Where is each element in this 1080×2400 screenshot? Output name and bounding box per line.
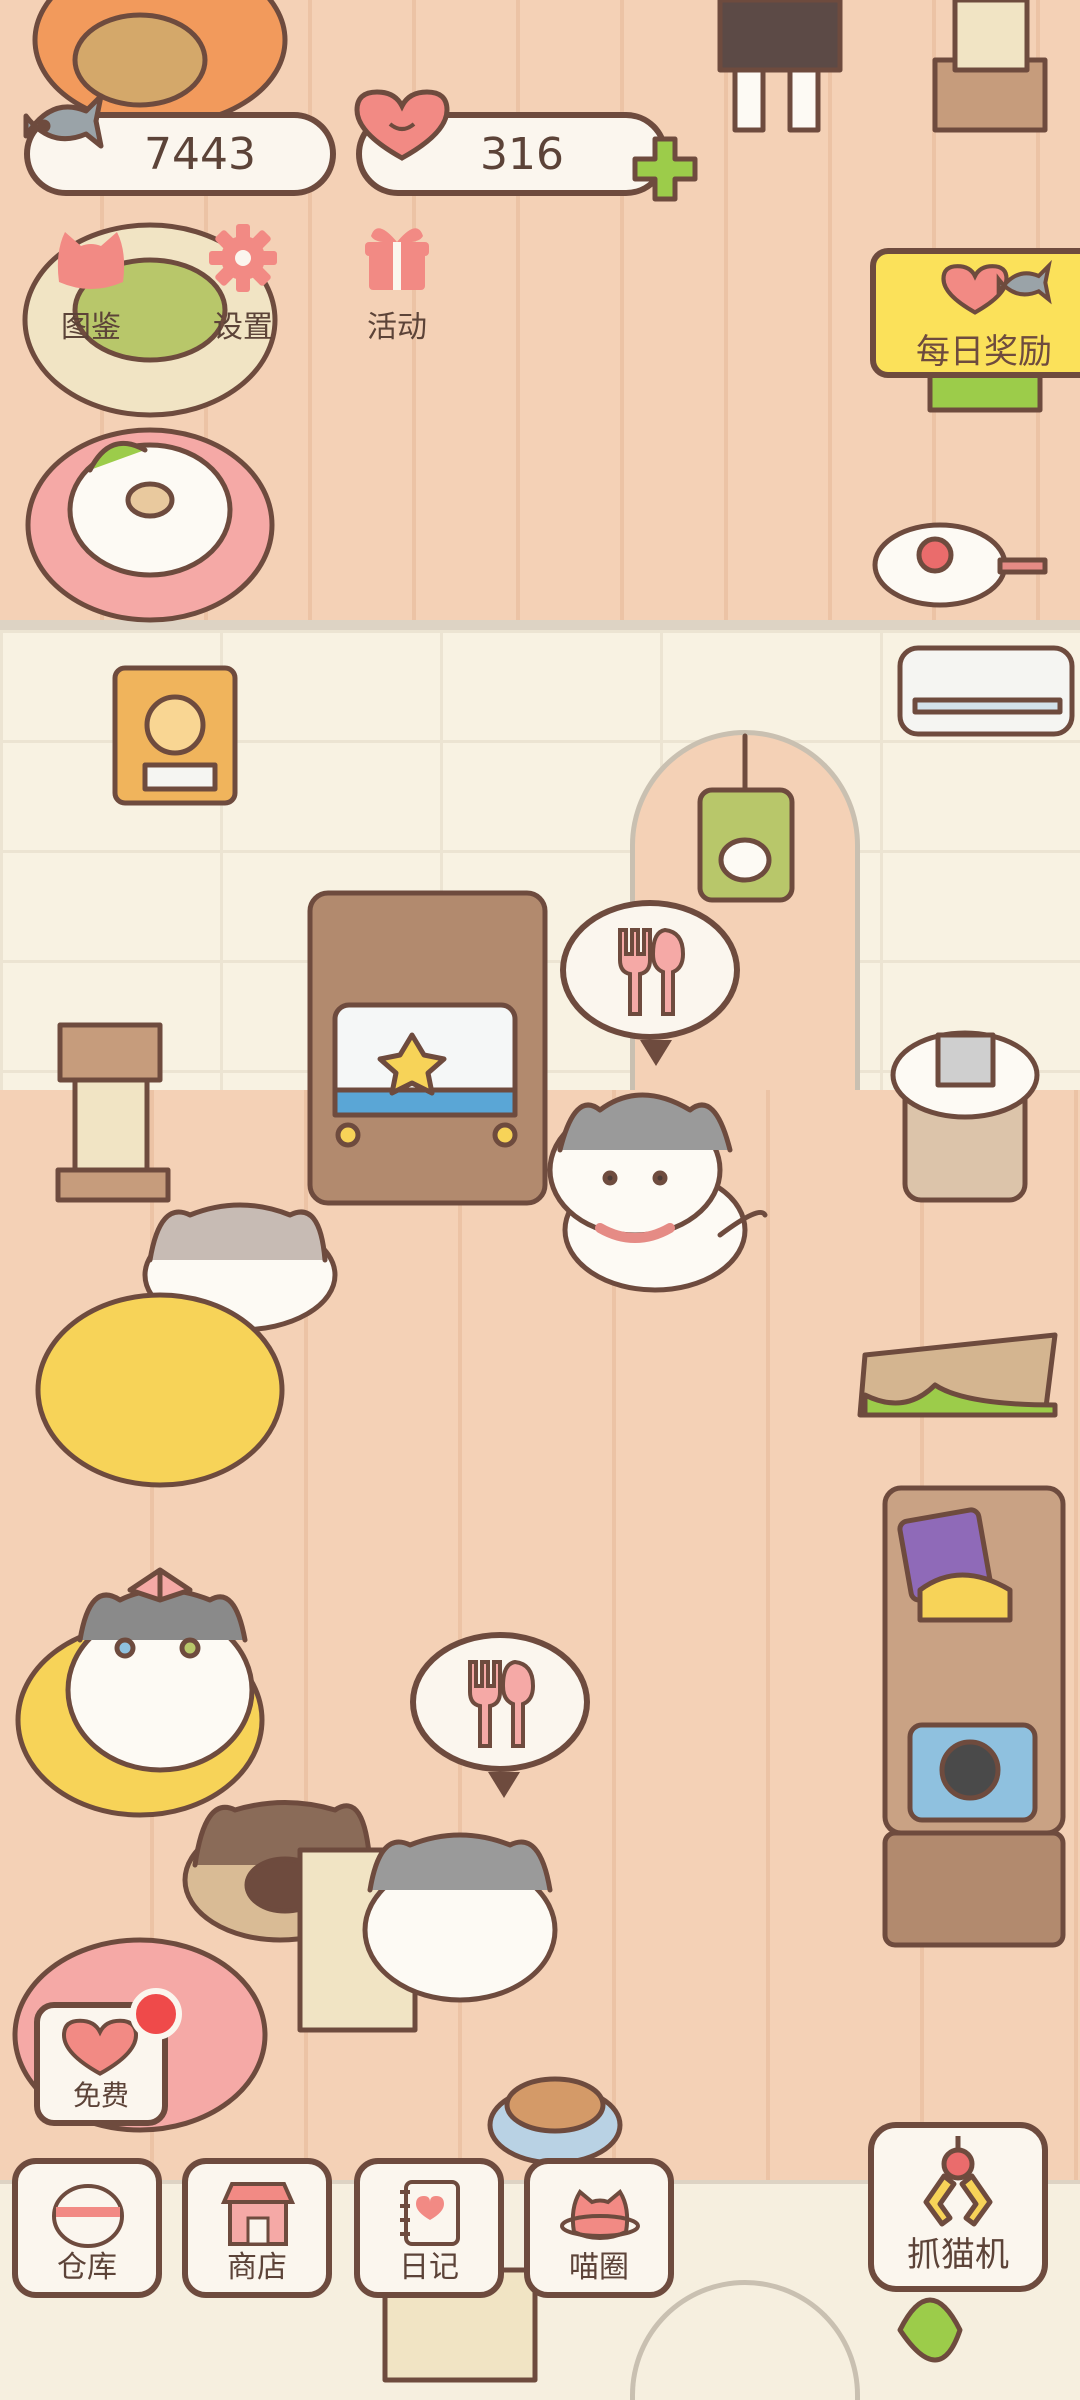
settings-label: 设置: [213, 310, 273, 345]
meow-circle-label: 喵圈: [569, 2250, 629, 2285]
catalog-label: 图鉴: [61, 310, 121, 345]
heart-icon: [354, 89, 450, 161]
cat-planet-icon: [560, 2188, 640, 2240]
diary-icon: [400, 2180, 460, 2246]
claw-machine-label: 抓猫机: [907, 2235, 1009, 2275]
events-button[interactable]: 活动: [342, 222, 452, 346]
claw-machine-button[interactable]: 抓猫机: [868, 2122, 1048, 2292]
free-gift-label: 免费: [72, 2079, 129, 2112]
gear-icon: [209, 224, 277, 292]
plus-icon[interactable]: [630, 134, 700, 204]
shop-label: 商店: [227, 2250, 287, 2285]
fork-spoon-icon: [468, 1659, 536, 1748]
fish-count: 7443: [144, 128, 256, 180]
bubble-tail: [488, 1772, 520, 1798]
diary-button[interactable]: 日记: [354, 2158, 504, 2298]
storage-box-icon: [52, 2184, 124, 2248]
events-label: 活动: [367, 310, 427, 345]
shop-icon: [220, 2182, 296, 2246]
heart-count: 316: [480, 128, 564, 180]
daily-reward-banner[interactable]: 每日奖励: [870, 248, 1080, 378]
gift-icon: [365, 228, 429, 290]
daily-reward-label: 每日奖励: [916, 332, 1052, 372]
cat-head-icon: [57, 232, 125, 289]
shop-button[interactable]: 商店: [182, 2158, 332, 2298]
fish-icon: [23, 93, 104, 149]
fish-icon: [996, 259, 1052, 305]
heart-icon: [61, 2018, 139, 2076]
diary-label: 日记: [399, 2250, 459, 2285]
warehouse-label: 仓库: [57, 2250, 117, 2285]
food-request-bubble[interactable]: [560, 900, 740, 1040]
food-request-bubble-2[interactable]: [410, 1632, 590, 1772]
catalog-button[interactable]: 图鉴: [36, 222, 146, 346]
meow-circle-button[interactable]: 喵圈: [524, 2158, 674, 2298]
bubble-tail: [640, 1040, 672, 1066]
settings-button[interactable]: 设置: [188, 222, 298, 346]
warehouse-button[interactable]: 仓库: [12, 2158, 162, 2298]
notification-dot: [130, 1988, 182, 2040]
claw-icon: [923, 2136, 993, 2227]
fork-spoon-icon: [618, 927, 686, 1016]
